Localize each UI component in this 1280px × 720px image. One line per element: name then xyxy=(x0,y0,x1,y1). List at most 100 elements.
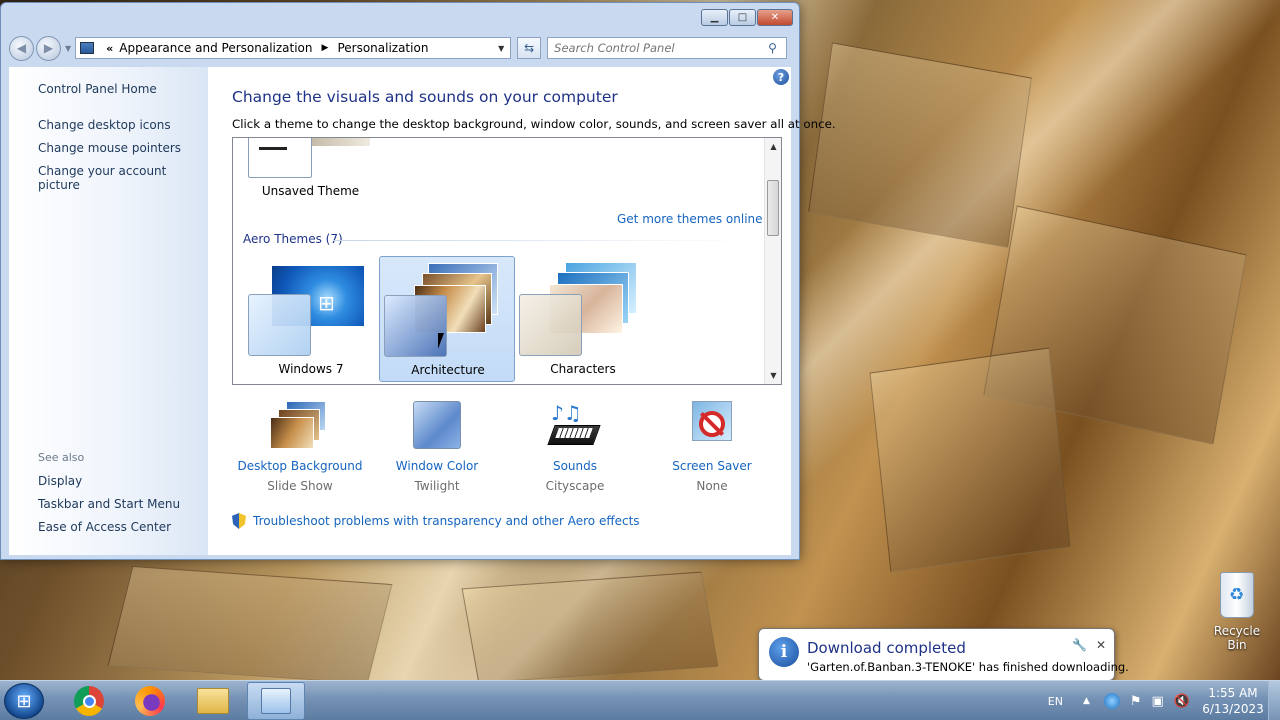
sounds-setting[interactable]: ♪♫ Sounds Cityscape xyxy=(505,401,645,493)
theme-label: Windows 7 xyxy=(278,362,344,376)
refresh-icon: ⇆ xyxy=(524,41,535,55)
personalization-window: ▁ □ ✕ ◀ ▶ ▼ « Appearance and Personaliza… xyxy=(0,2,836,560)
window-color-setting[interactable]: Window Color Twilight xyxy=(367,401,507,493)
navigation-bar: ◀ ▶ ▼ « Appearance and Personalization ▶… xyxy=(9,35,791,61)
scroll-up-icon[interactable]: ▲ xyxy=(765,138,781,155)
theme-glass-card xyxy=(248,294,311,356)
page-description: Click a theme to change the desktop back… xyxy=(232,117,836,131)
control-panel-icon xyxy=(80,42,95,54)
breadcrumb-separator-icon[interactable]: ▶ xyxy=(322,43,329,53)
unsaved-theme-label[interactable]: Unsaved Theme xyxy=(253,184,368,198)
screen-saver-value: None xyxy=(696,479,728,493)
aero-themes-header: Aero Themes (7) xyxy=(243,232,343,246)
network-activity-icon[interactable] xyxy=(1103,693,1120,709)
start-button[interactable]: ⊞ xyxy=(4,683,44,719)
wallpaper-panel xyxy=(107,565,393,685)
breadcrumb-appearance[interactable]: Appearance and Personalization xyxy=(119,41,312,55)
sidebar-change-account-picture[interactable]: Change your account picture xyxy=(38,164,208,192)
screen-saver-label[interactable]: Screen Saver xyxy=(642,459,782,473)
unsaved-theme-thumbnail[interactable] xyxy=(248,138,312,178)
sidebar-display[interactable]: Display xyxy=(38,474,82,488)
chevron-left-icon[interactable]: « xyxy=(106,42,113,55)
theme-list-scrollbar[interactable]: ▲ ▼ xyxy=(764,138,781,384)
info-icon: i xyxy=(769,637,799,667)
wallpaper-panel xyxy=(461,571,719,684)
help-icon[interactable]: ? xyxy=(773,69,789,85)
taskbar-file-explorer[interactable] xyxy=(184,682,242,720)
notification-title: Download completed xyxy=(807,639,966,657)
theme-label: Architecture xyxy=(411,363,485,377)
sidebar-ease-of-access[interactable]: Ease of Access Center xyxy=(38,520,171,534)
address-bar[interactable]: « Appearance and Personalization ▶ Perso… xyxy=(75,37,512,59)
action-center-flag-icon[interactable]: ⚑ xyxy=(1130,694,1142,709)
main-panel: ? Change the visuals and sounds on your … xyxy=(208,67,836,555)
scrollbar-thumb[interactable] xyxy=(767,180,779,236)
show-desktop-button[interactable] xyxy=(1268,681,1280,720)
window-color-value: Twilight xyxy=(414,479,460,493)
back-button[interactable]: ◀ xyxy=(9,35,34,61)
network-icon[interactable]: ▣ xyxy=(1152,694,1164,709)
recycle-bin-icon xyxy=(1220,572,1254,618)
desktop-background-setting[interactable]: Desktop Background Slide Show xyxy=(230,401,370,493)
sidebar: Control Panel Home Change desktop icons … xyxy=(9,67,208,555)
shield-icon xyxy=(232,513,246,529)
recycle-bin[interactable]: Recycle Bin xyxy=(1204,572,1270,652)
taskbar-chrome[interactable] xyxy=(60,682,118,720)
settings-wrench-icon[interactable]: 🔧 xyxy=(1072,638,1087,652)
unsaved-theme-preview-edge xyxy=(312,138,370,146)
scroll-down-icon[interactable]: ▼ xyxy=(765,367,781,384)
sidebar-taskbar-start-menu[interactable]: Taskbar and Start Menu xyxy=(38,497,180,511)
theme-characters[interactable]: Characters xyxy=(515,256,651,382)
forward-arrow-icon: ▶ xyxy=(43,41,54,55)
window-color-icon xyxy=(407,401,467,453)
troubleshoot-link[interactable]: Troubleshoot problems with transparency … xyxy=(232,513,640,529)
volume-muted-icon[interactable]: 🔇 xyxy=(1174,694,1190,709)
file-explorer-icon xyxy=(197,688,229,714)
close-button[interactable]: ✕ xyxy=(757,9,793,26)
clock[interactable]: 1:55 AM 6/13/2023 xyxy=(1198,685,1268,717)
close-icon[interactable]: ✕ xyxy=(1096,638,1106,652)
sidebar-change-mouse-pointers[interactable]: Change mouse pointers xyxy=(38,141,181,155)
theme-list[interactable]: Unsaved Theme Get more themes online Aer… xyxy=(232,137,782,385)
sidebar-change-desktop-icons[interactable]: Change desktop icons xyxy=(38,118,171,132)
taskbar-control-panel[interactable] xyxy=(247,682,305,720)
search-icon[interactable]: ⚲ xyxy=(768,41,786,55)
see-also-label: See also xyxy=(38,451,85,464)
address-dropdown-icon[interactable]: ▼ xyxy=(492,44,510,53)
notification-message: 'Garten.of.Banban.3-TENOKE' has finished… xyxy=(807,660,1129,674)
troubleshoot-label[interactable]: Troubleshoot problems with transparency … xyxy=(253,514,640,528)
recent-pages-dropdown[interactable]: ▼ xyxy=(65,44,71,53)
wallpaper-panel xyxy=(808,42,1032,248)
desktop-background-label[interactable]: Desktop Background xyxy=(230,459,370,473)
search-box[interactable]: ⚲ xyxy=(547,37,788,59)
show-hidden-icons-icon[interactable]: ▲ xyxy=(1083,696,1090,706)
content-area: Control Panel Home Change desktop icons … xyxy=(9,67,836,555)
sounds-value: Cityscape xyxy=(545,479,605,493)
sidebar-control-panel-home[interactable]: Control Panel Home xyxy=(38,82,157,96)
screen-saver-setting[interactable]: Screen Saver None xyxy=(642,401,782,493)
breadcrumb-personalization[interactable]: Personalization xyxy=(337,41,428,55)
theme-architecture[interactable]: Architecture xyxy=(379,256,515,382)
chrome-icon xyxy=(74,686,104,716)
sounds-label[interactable]: Sounds xyxy=(505,459,645,473)
control-panel-icon xyxy=(261,688,291,714)
theme-label: Characters xyxy=(550,362,616,376)
forward-button[interactable]: ▶ xyxy=(36,35,61,61)
search-input[interactable] xyxy=(554,41,769,55)
recycle-bin-label: Recycle Bin xyxy=(1213,624,1261,652)
window-color-label[interactable]: Window Color xyxy=(367,459,507,473)
title-bar[interactable]: ▁ □ ✕ xyxy=(1,3,799,33)
maximize-button[interactable]: □ xyxy=(729,9,756,26)
windows-logo-icon: ⊞ xyxy=(16,690,32,712)
minimize-button[interactable]: ▁ xyxy=(701,9,728,26)
page-title: Change the visuals and sounds on your co… xyxy=(232,88,618,106)
language-indicator[interactable]: EN xyxy=(1048,695,1063,708)
theme-windows-7[interactable]: ⊞ Windows 7 xyxy=(243,256,379,382)
group-divider xyxy=(333,240,753,241)
refresh-button[interactable]: ⇆ xyxy=(517,37,542,59)
taskbar-firefox[interactable] xyxy=(121,682,179,720)
download-notification[interactable]: i Download completed 'Garten.of.Banban.3… xyxy=(758,628,1129,681)
firefox-icon xyxy=(135,686,165,716)
get-more-themes-link[interactable]: Get more themes online xyxy=(617,212,763,226)
taskbar: ⊞ EN ▲ ⚑ ▣ 🔇 1:55 AM 6/13/2023 xyxy=(0,680,1280,720)
